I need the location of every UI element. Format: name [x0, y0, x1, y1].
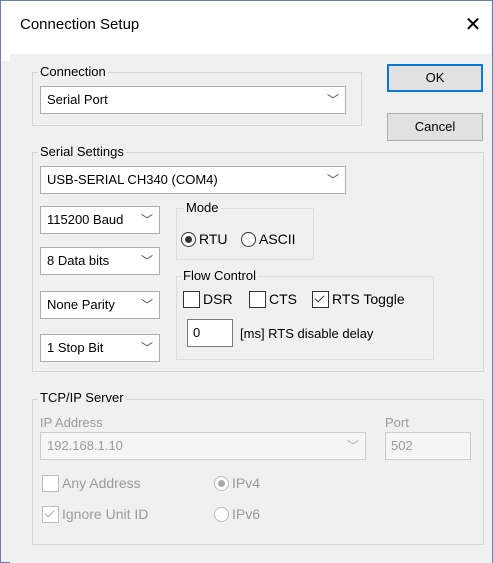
ignore-unit-id-checkbox[interactable]	[42, 505, 59, 523]
close-icon[interactable]: ✕	[460, 12, 486, 38]
cts-label: CTS	[269, 291, 297, 308]
rts-toggle-checkbox[interactable]	[312, 290, 329, 308]
connection-group-label: Connection	[38, 64, 108, 79]
baud-rate-select[interactable]: 115200 Baud ﹀	[40, 206, 160, 234]
ipv6-option[interactable]: IPv6	[214, 505, 260, 522]
ipv6-label: IPv6	[232, 506, 261, 523]
tcpip-server-group-label: TCP/IP Server	[38, 390, 126, 405]
ipv4-radio[interactable]	[214, 475, 229, 491]
serial-settings-group-label: Serial Settings	[38, 144, 126, 159]
baud-rate-value: 115200 Baud	[47, 212, 124, 227]
connection-type-select[interactable]: Serial Port ﹀	[40, 86, 346, 114]
ignore-unit-id-option[interactable]: Ignore Unit ID	[42, 505, 148, 523]
dsr-checkbox[interactable]	[183, 290, 200, 308]
ip-address-label: IP Address	[40, 415, 103, 430]
mode-ascii-radio[interactable]	[241, 231, 256, 247]
serial-port-value: USB-SERIAL CH340 (COM4)	[47, 172, 218, 187]
chevron-down-icon: ﹀	[140, 213, 153, 227]
ipv6-radio[interactable]	[214, 506, 229, 522]
ip-address-select[interactable]: 192.168.1.10 ﹀	[40, 432, 366, 460]
chevron-down-icon: ﹀	[346, 439, 359, 453]
rts-delay-label: [ms] RTS disable delay	[240, 326, 374, 341]
chevron-down-icon: ﹀	[140, 298, 153, 312]
data-bits-value: 8 Data bits	[47, 253, 110, 268]
dsr-label: DSR	[203, 291, 233, 308]
rts-delay-input[interactable]: 0	[187, 319, 233, 347]
ipv4-label: IPv4	[232, 475, 261, 492]
mode-ascii-option[interactable]: ASCII	[241, 230, 296, 247]
port-input[interactable]: 502	[385, 432, 471, 460]
ok-button[interactable]: OK	[387, 64, 483, 92]
mode-group-label: Mode	[184, 200, 221, 215]
stop-bits-value: 1 Stop Bit	[47, 340, 104, 355]
chevron-down-icon: ﹀	[326, 93, 339, 107]
connection-type-value: Serial Port	[47, 92, 108, 107]
mode-rtu-option[interactable]: RTU	[181, 230, 228, 247]
ipv4-option[interactable]: IPv4	[214, 474, 260, 491]
cancel-button[interactable]: Cancel	[387, 113, 483, 141]
chevron-down-icon: ﹀	[140, 254, 153, 268]
cts-checkbox[interactable]	[249, 290, 266, 308]
rts-toggle-label: RTS Toggle	[332, 291, 405, 308]
mode-rtu-radio[interactable]	[181, 231, 196, 247]
parity-select[interactable]: None Parity ﹀	[40, 291, 160, 319]
mode-rtu-label: RTU	[199, 231, 228, 248]
serial-port-select[interactable]: USB-SERIAL CH340 (COM4) ﹀	[40, 166, 346, 194]
ip-address-value: 192.168.1.10	[47, 438, 123, 453]
dialog-title: Connection Setup	[20, 16, 140, 33]
ignore-unit-id-label: Ignore Unit ID	[62, 506, 149, 523]
any-address-checkbox[interactable]	[42, 474, 59, 492]
mode-ascii-label: ASCII	[259, 231, 296, 248]
stop-bits-select[interactable]: 1 Stop Bit ﹀	[40, 334, 160, 362]
any-address-option[interactable]: Any Address	[42, 474, 141, 492]
cts-option[interactable]: CTS	[249, 290, 297, 308]
dsr-option[interactable]: DSR	[183, 290, 233, 308]
chevron-down-icon: ﹀	[140, 341, 153, 355]
flow-control-group-label: Flow Control	[181, 268, 258, 283]
chevron-down-icon: ﹀	[326, 173, 339, 187]
flow-control-group	[176, 276, 434, 360]
data-bits-select[interactable]: 8 Data bits ﹀	[40, 247, 160, 275]
port-label: Port	[385, 415, 409, 430]
any-address-label: Any Address	[62, 475, 141, 492]
parity-value: None Parity	[47, 297, 115, 312]
rts-toggle-option[interactable]: RTS Toggle	[312, 290, 405, 308]
